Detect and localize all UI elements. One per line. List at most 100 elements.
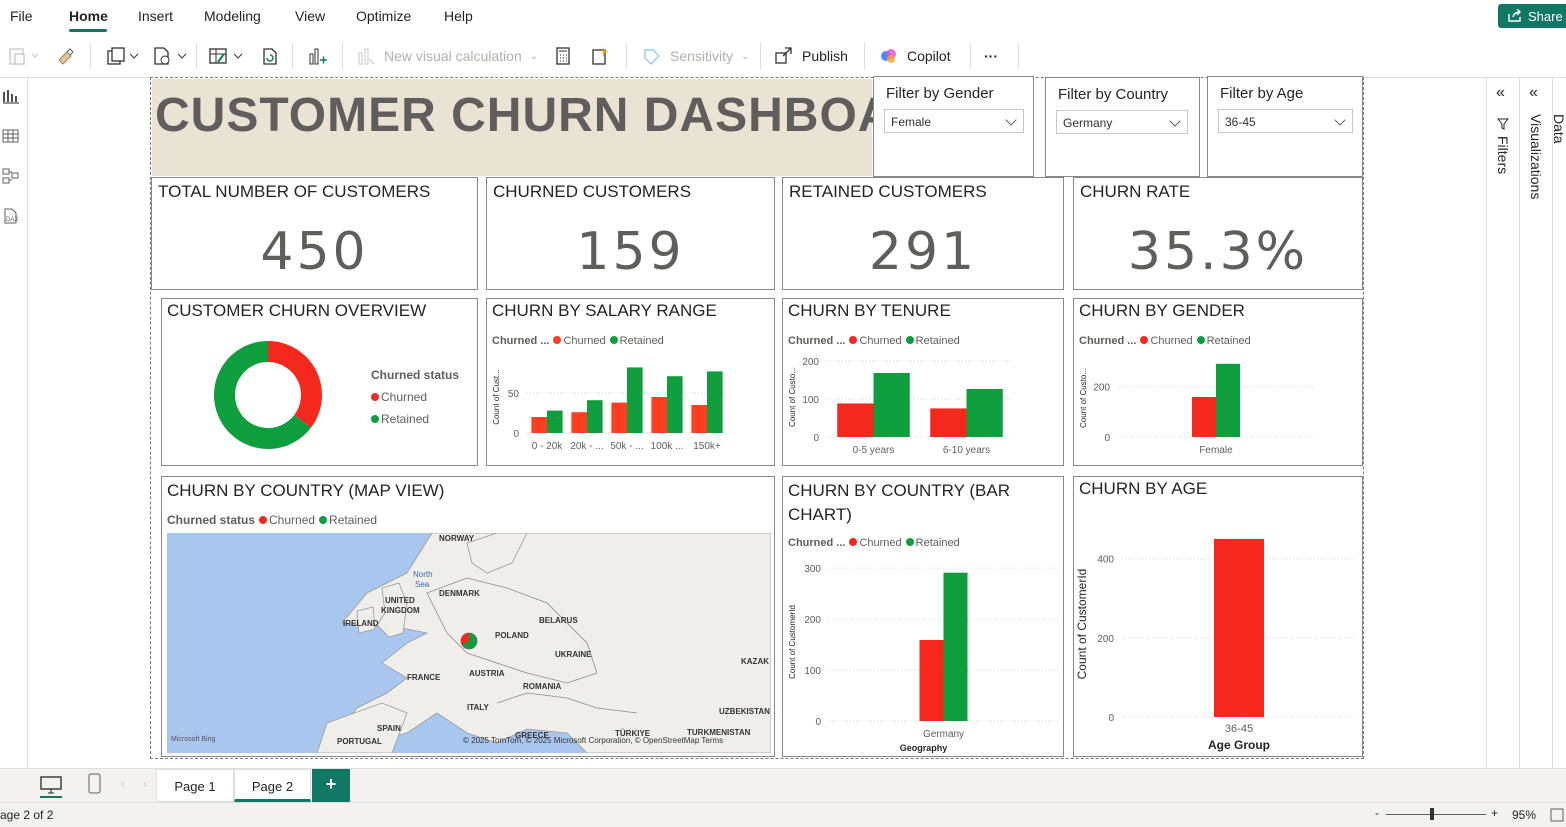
bar-churned[interactable] [531, 417, 547, 433]
germany-pie-marker[interactable] [460, 632, 478, 650]
visual-title: CHURN BY COUNTRY (BAR CHART) [788, 481, 1010, 524]
bar-retained[interactable] [707, 371, 723, 433]
visualizations-pane[interactable]: « Visualizations [1519, 78, 1552, 768]
chevron-down-icon: ⌄ [529, 50, 539, 62]
bar-churned[interactable] [571, 412, 587, 433]
bar-churned[interactable] [919, 639, 944, 721]
zoom-thumb[interactable] [1430, 808, 1434, 820]
new-visual-icon[interactable] [306, 46, 328, 66]
data-pane[interactable]: Data [1552, 78, 1566, 768]
visual-churn-by-country-map[interactable]: CHURN BY COUNTRY (MAP VIEW) Churned stat… [161, 476, 775, 757]
x-tick-label: 100k ... [651, 441, 684, 452]
page-tab-bar: ‹ › Page 1 Page 2 + [0, 768, 1566, 802]
bar-retained[interactable] [547, 410, 563, 433]
add-page-button[interactable]: + [312, 769, 350, 802]
new-visual-calculation-button[interactable]: New visual calculation ⌄ [356, 44, 538, 68]
sensitivity-button[interactable]: Sensitivity ⌄ [642, 44, 749, 68]
gender-dropdown[interactable]: Female [884, 109, 1024, 133]
paste-icon[interactable] [8, 46, 42, 66]
next-page-icon[interactable]: › [143, 777, 147, 791]
dax-query-icon[interactable]: DAX [2, 208, 20, 224]
calculator-icon[interactable] [554, 46, 572, 66]
menu-file[interactable]: File [10, 8, 33, 24]
model-view-icon[interactable] [2, 168, 20, 184]
kpi-retained-customers[interactable]: RETAINED CUSTOMERS 291 [782, 177, 1064, 290]
collapse-icon[interactable]: « [1529, 84, 1538, 102]
menu-help[interactable]: Help [444, 8, 473, 24]
table-view-icon[interactable] [2, 128, 20, 144]
collapse-icon[interactable]: « [1496, 84, 1505, 102]
desktop-layout-icon[interactable] [40, 775, 62, 795]
tab-page-2[interactable]: Page 2 [234, 769, 311, 802]
more-options-button[interactable]: ··· [984, 44, 998, 68]
mobile-layout-icon[interactable] [88, 773, 102, 795]
bar-churned[interactable] [1214, 538, 1264, 717]
kpi-churned-customers[interactable]: CHURNED CUSTOMERS 159 [486, 177, 775, 290]
kpi-churn-rate[interactable]: CHURN RATE 35.3% [1073, 177, 1363, 290]
get-data-icon[interactable] [106, 46, 140, 66]
visual-churn-by-tenure[interactable]: CHURN BY TENURE Churned ... Churned Retain… [782, 298, 1064, 466]
visual-churn-by-salary[interactable]: CHURN BY SALARY RANGE Churned ... Churned… [486, 298, 775, 466]
transform-data-icon[interactable] [208, 46, 244, 66]
svg-text:DAX: DAX [6, 217, 18, 223]
map-attribution[interactable]: © 2025 TomTom, © 2025 Microsoft Corporat… [463, 736, 723, 745]
menu-view[interactable]: View [295, 8, 325, 24]
legend-title: Churned status [371, 368, 460, 382]
visual-churn-overview[interactable]: CUSTOMER CHURN OVERVIEW Churned status C… [161, 298, 478, 466]
quick-measure-icon[interactable] [590, 46, 610, 66]
visual-title: CHURN BY TENURE [788, 301, 951, 320]
bar-retained[interactable] [667, 376, 683, 433]
x-tick-label: 20k - ... [570, 441, 603, 452]
bar-retained[interactable] [587, 400, 603, 433]
share-button[interactable]: Share [1498, 4, 1566, 28]
legend-item-retained[interactable]: Retained [371, 408, 459, 430]
copilot-button[interactable]: Copilot [879, 44, 951, 68]
bar-churned[interactable] [651, 397, 667, 433]
zoom-out-button[interactable]: - [1375, 806, 1379, 820]
menu-home[interactable]: Home [69, 8, 108, 24]
bar-retained[interactable] [873, 373, 910, 437]
y-axis-label: Count of Custo... [788, 367, 797, 427]
bar-churned[interactable] [691, 405, 707, 433]
legend-title: Churned ... [1079, 335, 1137, 347]
zoom-slider[interactable] [1386, 814, 1486, 815]
bar-retained[interactable] [627, 367, 643, 433]
legend-title: Churned ... [492, 335, 550, 347]
menu-insert[interactable]: Insert [138, 8, 173, 24]
europe-map[interactable]: NORWAY NorthSea DENMARK UNITEDKINGDOMIRELAN… [167, 533, 771, 753]
filters-pane[interactable]: « Filters [1486, 78, 1519, 768]
bar-retained[interactable] [1216, 363, 1240, 437]
menu-modeling[interactable]: Modeling [204, 8, 261, 24]
x-tick-label: 150k+ [693, 441, 721, 452]
country-dropdown[interactable]: Germany [1056, 110, 1188, 134]
bar-retained[interactable] [966, 389, 1003, 437]
visual-churn-by-country-bar[interactable]: CHURN BY COUNTRY (BAR CHART) Churned ...… [782, 476, 1064, 757]
legend-label: Retained [329, 513, 378, 527]
legend-item-churned[interactable]: Churned [371, 386, 459, 408]
bar-churned[interactable] [611, 402, 627, 433]
bar-retained[interactable] [943, 572, 968, 721]
bar-churned[interactable] [837, 403, 874, 437]
visual-churn-by-age[interactable]: CHURN BY AGE 0 200 400 Count of CustomerId 3… [1073, 476, 1363, 757]
recent-sources-icon[interactable] [152, 46, 188, 66]
y-axis-label: Count of Cust... [492, 369, 501, 425]
map-label: KAZAK [741, 657, 769, 666]
report-view-icon[interactable] [2, 88, 20, 104]
ribbon-separator [342, 42, 343, 70]
prev-page-icon[interactable]: ‹ [121, 777, 125, 791]
refresh-icon[interactable] [260, 46, 280, 66]
donut-slice-churned[interactable] [268, 341, 322, 428]
legend-dot [319, 516, 328, 524]
visual-churn-by-gender[interactable]: CHURN BY GENDER Churned ... Churned Retain… [1073, 298, 1363, 466]
fit-page-icon[interactable] [1550, 808, 1564, 822]
age-dropdown[interactable]: 36-45 [1218, 109, 1353, 133]
layout-indicator [40, 796, 62, 798]
zoom-in-button[interactable]: + [1491, 806, 1498, 820]
kpi-total-customers[interactable]: TOTAL NUMBER OF CUSTOMERS 450 [151, 177, 478, 290]
format-painter-icon[interactable] [56, 46, 76, 66]
bar-churned[interactable] [1192, 396, 1216, 437]
menu-optimize[interactable]: Optimize [356, 8, 411, 24]
publish-button[interactable]: Publish [774, 44, 848, 68]
bar-churned[interactable] [930, 408, 967, 437]
tab-page-1[interactable]: Page 1 [156, 769, 234, 802]
